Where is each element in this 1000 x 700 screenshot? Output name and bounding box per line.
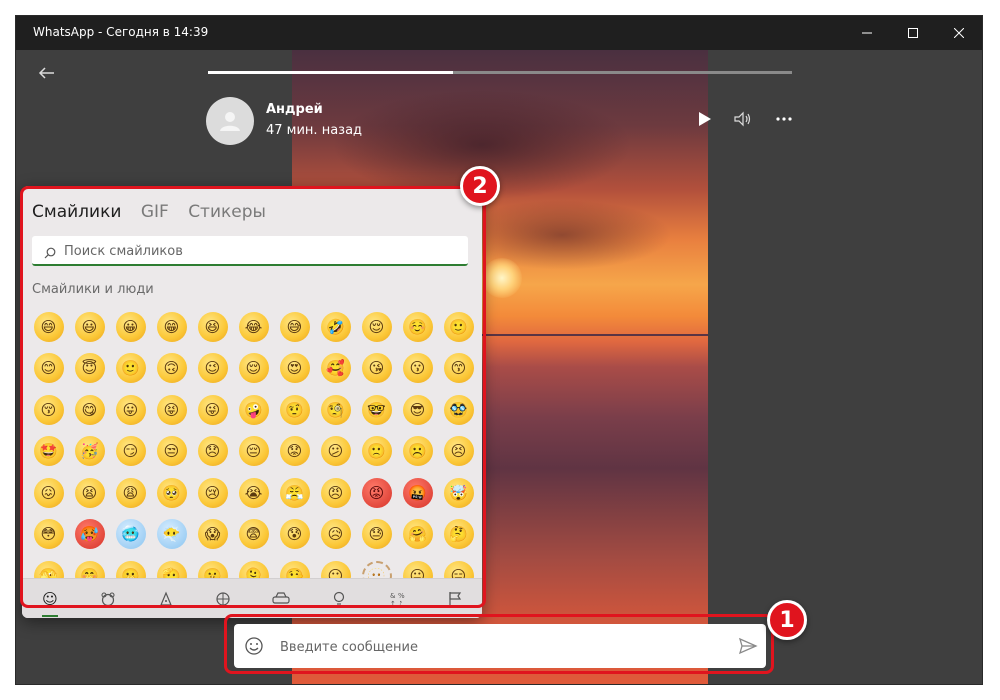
minimize-button[interactable]: [844, 16, 890, 50]
window-title: WhatsApp - Сегодня в 14:39: [33, 25, 209, 39]
maximize-icon: [908, 28, 918, 38]
more-dots-icon: [776, 117, 792, 121]
status-progress-bar: [208, 71, 792, 74]
contact-name: Андрей: [266, 102, 323, 117]
posted-time: 47 мин. назад: [266, 123, 363, 138]
volume-button[interactable]: [733, 109, 753, 129]
user-icon: [220, 112, 240, 131]
play-icon: [699, 112, 711, 126]
step-badge-2: 2: [460, 166, 500, 206]
photo-sun: [482, 258, 522, 298]
close-icon: [954, 28, 964, 38]
highlight-message-composer: [224, 614, 774, 674]
avatar[interactable]: [206, 97, 254, 145]
title-bar: WhatsApp - Сегодня в 14:39: [16, 16, 982, 50]
close-button[interactable]: [936, 16, 982, 50]
step-badge-1: 1: [767, 600, 807, 640]
status-progress-fill: [208, 71, 454, 74]
play-button[interactable]: [695, 109, 715, 129]
back-arrow-icon: [38, 67, 54, 79]
maximize-button[interactable]: [890, 16, 936, 50]
volume-icon: [734, 111, 751, 127]
minimize-icon: [862, 32, 872, 34]
back-button[interactable]: [38, 64, 56, 82]
more-options-button[interactable]: [774, 109, 794, 129]
highlight-emoji-picker: [20, 186, 486, 608]
